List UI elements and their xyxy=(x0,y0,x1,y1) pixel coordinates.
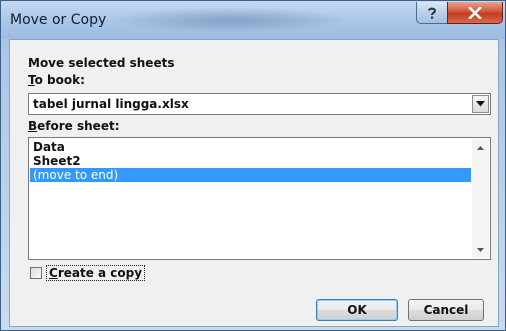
scroll-down-icon xyxy=(477,247,484,252)
close-icon xyxy=(468,6,482,19)
help-button[interactable] xyxy=(416,2,448,24)
before-sheet-list[interactable]: Data Sheet2 (move to end) xyxy=(28,137,491,260)
cancel-button[interactable]: Cancel xyxy=(408,299,484,321)
list-item[interactable]: Data xyxy=(30,140,471,154)
window-title: Move or Copy xyxy=(10,12,107,28)
close-button[interactable] xyxy=(447,2,503,24)
ok-button[interactable]: OK xyxy=(316,299,398,321)
before-sheet-label-text: efore sheet: xyxy=(37,119,120,133)
chevron-down-icon xyxy=(476,101,485,107)
scroll-up-button[interactable] xyxy=(472,139,489,156)
dialog-body: Move selected sheets To book: tabel jurn… xyxy=(9,39,499,327)
before-sheet-accesskey: B xyxy=(28,119,38,133)
move-or-copy-dialog: Move or Copy Move selected sheets To boo… xyxy=(0,0,506,331)
to-book-label-text: o book: xyxy=(34,73,85,87)
to-book-dropdown[interactable]: tabel jurnal lingga.xlsx xyxy=(28,93,491,115)
help-icon xyxy=(428,7,437,19)
dialog-heading: Move selected sheets xyxy=(28,56,175,70)
create-copy-label[interactable]: Create a copy xyxy=(46,265,146,281)
list-item[interactable]: (move to end) xyxy=(30,168,471,182)
scroll-down-button[interactable] xyxy=(472,241,489,258)
to-book-accesskey: T xyxy=(28,73,35,87)
to-book-label: To book: xyxy=(28,73,85,87)
list-item[interactable]: Sheet2 xyxy=(30,154,471,168)
before-sheet-label: Before sheet: xyxy=(28,119,120,133)
to-book-value: tabel jurnal lingga.xlsx xyxy=(33,97,189,111)
create-copy-accesskey: C xyxy=(49,266,58,280)
dropdown-button[interactable] xyxy=(472,95,489,113)
create-copy-label-text: reate a copy xyxy=(57,266,143,280)
vertical-scrollbar[interactable] xyxy=(472,139,489,258)
scroll-up-icon xyxy=(477,145,484,150)
create-copy-checkbox[interactable] xyxy=(30,267,42,279)
